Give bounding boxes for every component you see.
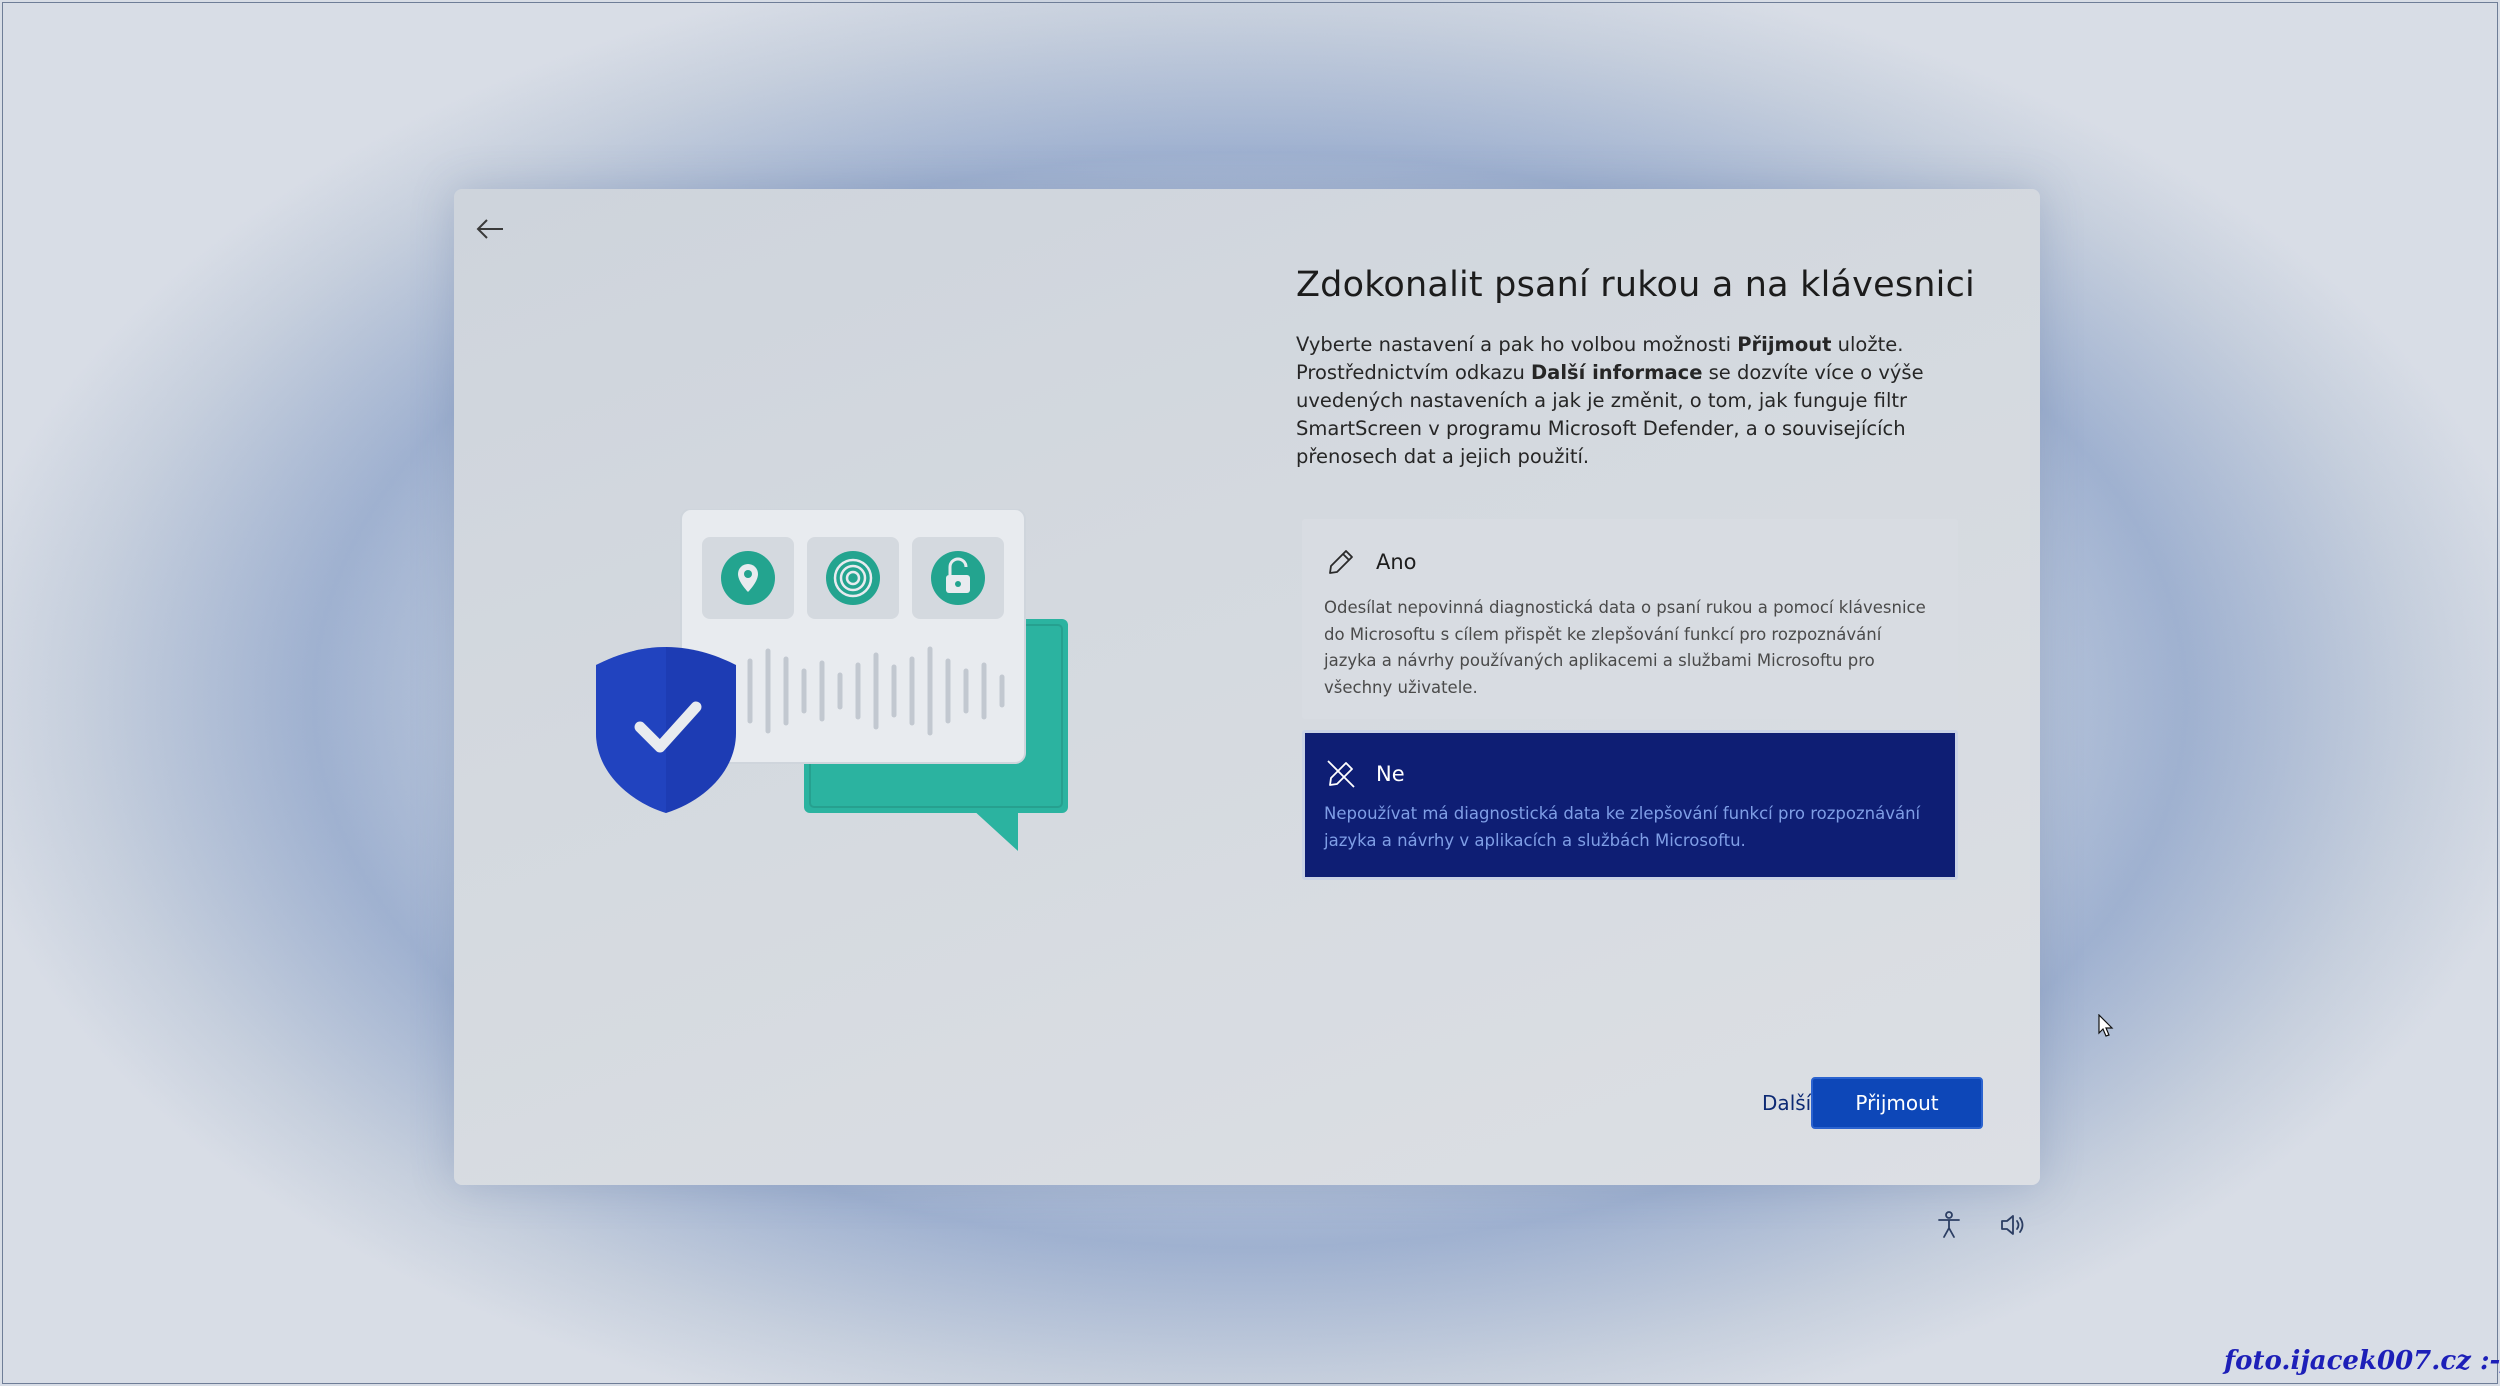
- pen-crossed-icon: [1324, 757, 1358, 791]
- option-no-description: Nepoužívat má diagnostická data ke zlepš…: [1324, 804, 1921, 850]
- option-yes-description: Odesílat nepovinná diagnostická data o p…: [1324, 598, 1926, 697]
- pen-icon: [1324, 545, 1358, 579]
- description-text: Vyberte nastavení a pak ho volbou možnos…: [1296, 333, 1738, 356]
- option-no-header: Ne: [1324, 757, 1405, 791]
- back-button[interactable]: [464, 203, 516, 255]
- page-title: Zdokonalit psaní rukou a na klávesnici: [1296, 265, 1975, 305]
- mouse-cursor-icon: [2098, 1014, 2114, 1037]
- volume-icon[interactable]: [1996, 1208, 2030, 1242]
- option-yes[interactable]: Ano Odesílat nepovinná diagnostická data…: [1302, 519, 1958, 719]
- page-description: Vyberte nastavení a pak ho volbou možnos…: [1296, 331, 1996, 471]
- description-emphasis-accept: Přijmout: [1737, 333, 1832, 356]
- privacy-illustration: [596, 509, 1068, 851]
- option-yes-label: Ano: [1376, 550, 1417, 574]
- option-no[interactable]: Ne Nepoužívat má diagnostická data ke zl…: [1302, 730, 1958, 880]
- shield-check-icon: [596, 647, 736, 813]
- description-emphasis-more-info: Další informace: [1531, 361, 1703, 384]
- back-arrow-icon: [476, 219, 503, 239]
- location-icon: [702, 537, 794, 619]
- oobe-dialog: Zdokonalit psaní rukou a na klávesnici V…: [454, 189, 2114, 1185]
- photo-watermark: foto.ijacek007.cz :-): [2224, 1346, 2500, 1376]
- option-yes-header: Ano: [1324, 545, 1417, 579]
- unlock-icon: [912, 537, 1004, 619]
- option-no-label: Ne: [1376, 762, 1405, 786]
- accessibility-icon[interactable]: [1932, 1208, 1966, 1242]
- accept-button[interactable]: Přijmout: [1811, 1077, 1983, 1129]
- fingerprint-icon: [807, 537, 899, 619]
